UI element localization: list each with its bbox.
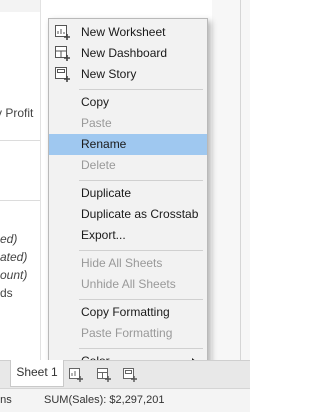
menu-separator — [79, 299, 203, 300]
menu-item-export[interactable]: Export... — [49, 225, 207, 246]
menu-item-duplicate-as-crosstab[interactable]: Duplicate as Crosstab — [49, 204, 207, 225]
menu-item-rename[interactable]: Rename — [49, 134, 207, 155]
canvas-border — [240, 0, 241, 360]
menu-item-paste: Paste — [81, 116, 112, 130]
status-bar: ons SUM(Sales): $2,297,201 — [0, 388, 250, 412]
sheet-tab-sheet1[interactable]: Sheet 1 — [10, 360, 64, 387]
menu-separator — [79, 348, 203, 349]
data-pane-header — [0, 0, 40, 12]
menu-item-new-dashboard[interactable]: New Dashboard — [49, 43, 207, 64]
menu-separator — [79, 180, 203, 181]
new-story-icon — [54, 66, 72, 83]
new-dashboard-icon — [54, 45, 72, 62]
pane-divider — [0, 140, 40, 141]
menu-item-new-story[interactable]: New Story — [49, 64, 207, 85]
new-story-tab-icon[interactable] — [122, 367, 138, 383]
pane-divider — [0, 200, 40, 201]
canvas-area — [212, 0, 250, 360]
new-worksheet-tab-icon[interactable] — [68, 367, 84, 383]
menu-separator — [79, 250, 203, 251]
menu-item-new-worksheet[interactable]: New Worksheet — [49, 22, 207, 43]
field-label: ed) — [0, 232, 18, 246]
field-label: ds — [0, 286, 13, 300]
status-sum-sales: SUM(Sales): $2,297,201 — [44, 394, 165, 406]
data-pane: y Profit ed) ated) ount) ds — [0, 0, 41, 360]
menu-item-delete: Delete — [81, 158, 116, 172]
menu-item-hide-all-sheets: Hide All Sheets — [81, 256, 163, 270]
new-worksheet-icon — [54, 24, 72, 41]
menu-item-copy[interactable]: Copy — [49, 92, 207, 113]
menu-item-copy-formatting[interactable]: Copy Formatting — [49, 302, 207, 323]
new-dashboard-tab-icon[interactable] — [96, 367, 112, 383]
menu-item-duplicate[interactable]: Duplicate — [49, 183, 207, 204]
menu-item-unhide-all-sheets: Unhide All Sheets — [81, 277, 176, 291]
sheet-tab-bar: Sheet 1 — [0, 360, 250, 389]
menu-separator — [79, 89, 203, 90]
field-label: ount) — [0, 268, 28, 282]
field-label: ated) — [0, 250, 28, 264]
sheet-context-menu: New Worksheet New Dashboard New Story Co… — [48, 18, 208, 375]
measure-label: y Profit — [0, 106, 34, 120]
status-marks-count: ons — [0, 394, 12, 406]
menu-item-paste-formatting: Paste Formatting — [81, 326, 173, 340]
